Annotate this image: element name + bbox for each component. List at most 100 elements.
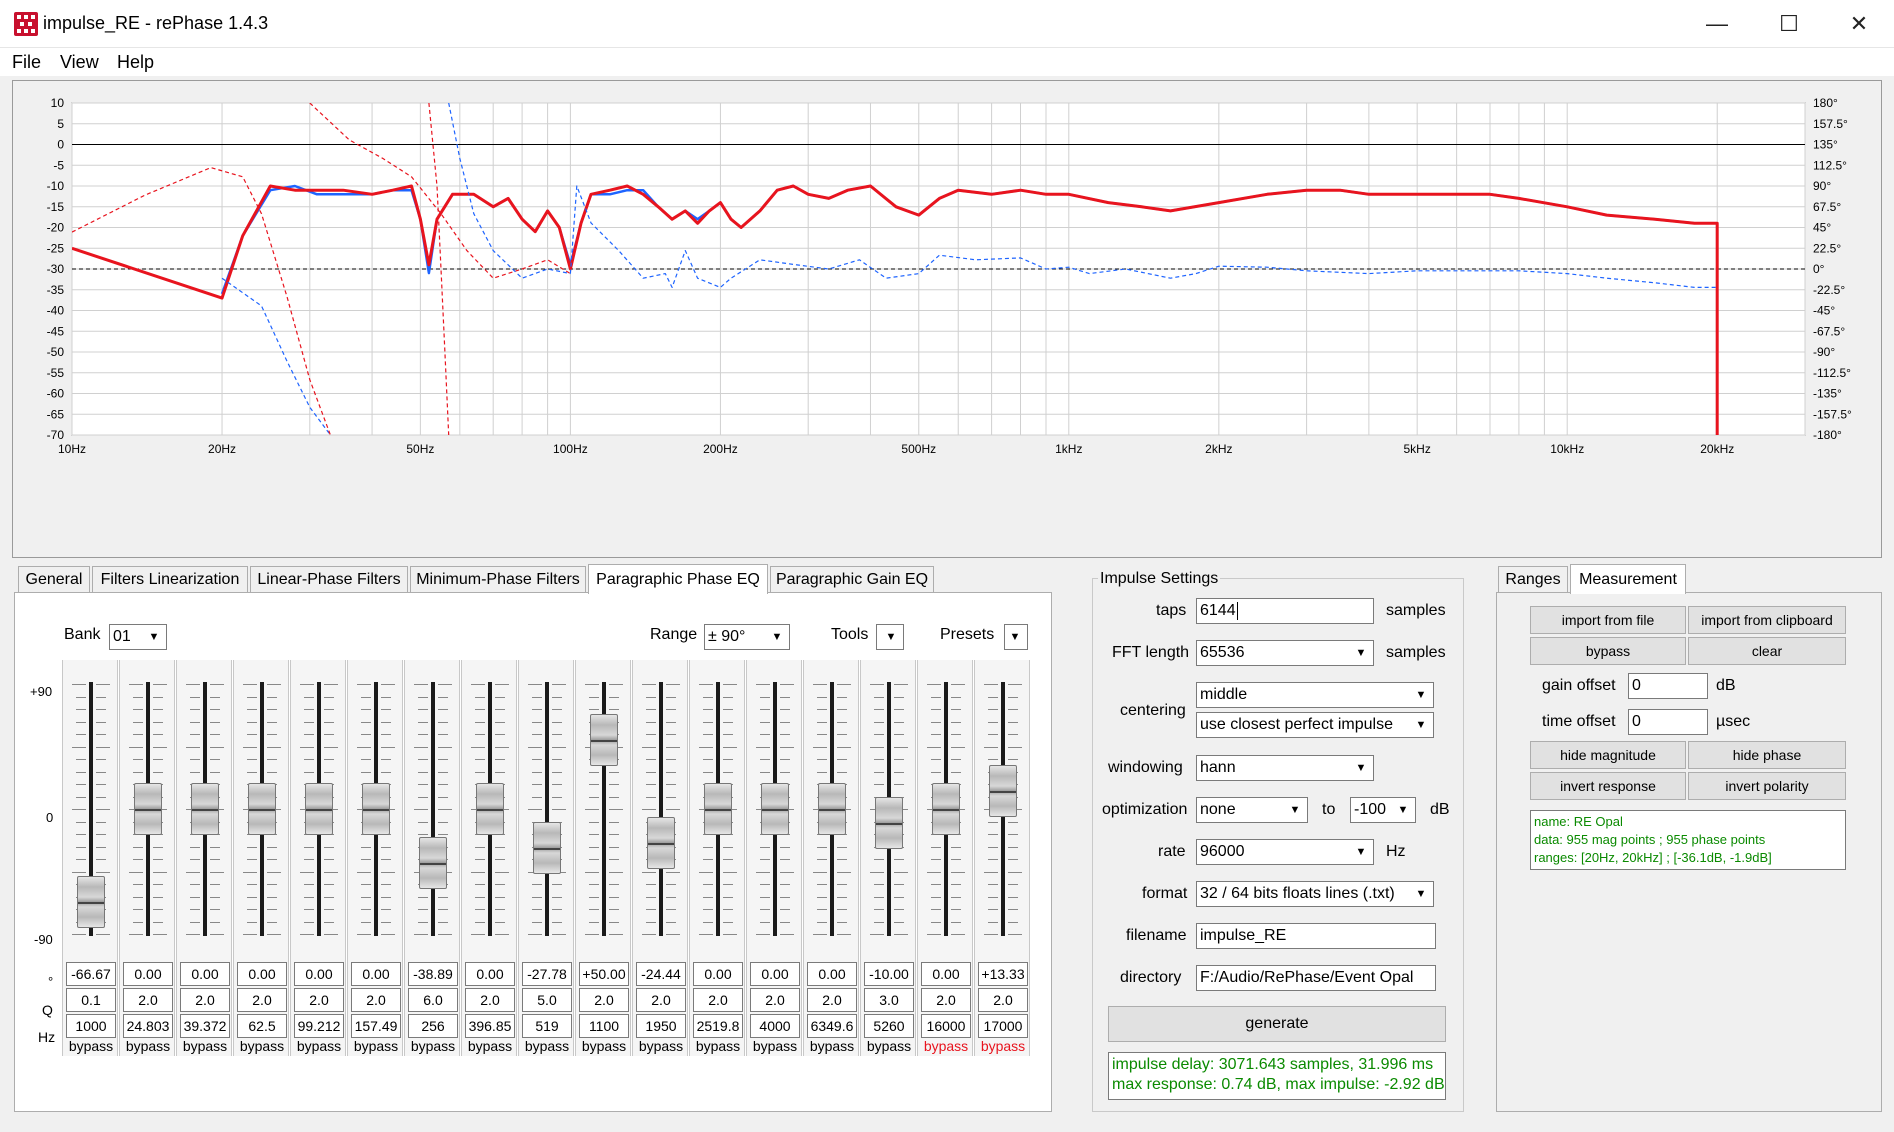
slider-thumb[interactable] xyxy=(362,783,390,835)
slider-thumb[interactable] xyxy=(761,783,789,835)
band-degree-input[interactable]: +13.33 xyxy=(978,962,1028,986)
response-chart[interactable]: 10 5 0 -5 -10 -15 -20 -25 -30 -35 -40 -45 -50 -55 -60 -… xyxy=(12,80,1882,558)
slider-track[interactable] xyxy=(545,682,549,936)
close-button[interactable]: ✕ xyxy=(1824,0,1894,48)
band-bypass-toggle[interactable]: bypass xyxy=(348,1038,404,1054)
band-degree-input[interactable]: -38.89 xyxy=(408,962,458,986)
band-bypass-toggle[interactable]: bypass xyxy=(861,1038,917,1054)
tab-paragraphic-phase-eq[interactable]: Paragraphic Phase EQ xyxy=(588,564,768,594)
minimize-button[interactable]: — xyxy=(1682,0,1752,48)
band-q-input[interactable]: 2.0 xyxy=(921,988,971,1012)
band-frequency-input[interactable]: 519 xyxy=(522,1014,572,1038)
band-bypass-toggle[interactable]: bypass xyxy=(177,1038,233,1054)
band-frequency-input[interactable]: 2519.8 xyxy=(693,1014,743,1038)
band-q-input[interactable]: 2.0 xyxy=(807,988,857,1012)
band-bypass-toggle[interactable]: bypass xyxy=(120,1038,176,1054)
band-frequency-input[interactable]: 1950 xyxy=(636,1014,686,1038)
tools-menu[interactable]: ▼ xyxy=(876,624,904,650)
band-degree-input[interactable]: 0.00 xyxy=(237,962,287,986)
slider-thumb[interactable] xyxy=(191,783,219,835)
slider-thumb[interactable] xyxy=(647,817,675,869)
slider-thumb[interactable] xyxy=(932,783,960,835)
band-frequency-input[interactable]: 17000 xyxy=(978,1014,1028,1038)
optimization-select[interactable]: none ▼ xyxy=(1196,797,1308,823)
taps-input[interactable]: 6144 xyxy=(1196,598,1374,624)
band-q-input[interactable]: 2.0 xyxy=(579,988,629,1012)
band-q-input[interactable]: 2.0 xyxy=(180,988,230,1012)
band-q-input[interactable]: 2.0 xyxy=(465,988,515,1012)
slider-thumb[interactable] xyxy=(248,783,276,835)
band-degree-input[interactable]: -27.78 xyxy=(522,962,572,986)
band-bypass-toggle[interactable]: bypass xyxy=(291,1038,347,1054)
range-select[interactable]: ± 90° ▼ xyxy=(704,624,790,650)
band-degree-input[interactable]: +50.00 xyxy=(579,962,629,986)
band-bypass-toggle[interactable]: bypass xyxy=(633,1038,689,1054)
filename-input[interactable]: impulse_RE xyxy=(1196,923,1436,949)
band-q-input[interactable]: 2.0 xyxy=(750,988,800,1012)
format-select[interactable]: 32 / 64 bits floats lines (.txt) ▼ xyxy=(1196,881,1434,907)
band-degree-input[interactable]: 0.00 xyxy=(123,962,173,986)
measurement-bypass-button[interactable]: bypass xyxy=(1530,637,1686,665)
tab-ranges[interactable]: Ranges xyxy=(1498,566,1568,592)
generate-button[interactable]: generate xyxy=(1108,1006,1446,1042)
band-frequency-input[interactable]: 1100 xyxy=(579,1014,629,1038)
band-bypass-toggle[interactable]: bypass xyxy=(747,1038,803,1054)
band-frequency-input[interactable]: 6349.6 xyxy=(807,1014,857,1038)
band-frequency-input[interactable]: 5260 xyxy=(864,1014,914,1038)
band-q-input[interactable]: 0.1 xyxy=(66,988,116,1012)
tab-general[interactable]: General xyxy=(18,566,90,592)
band-frequency-input[interactable]: 396.85 xyxy=(465,1014,515,1038)
band-degree-input[interactable]: 0.00 xyxy=(180,962,230,986)
band-frequency-input[interactable]: 62.5 xyxy=(237,1014,287,1038)
slider-thumb[interactable] xyxy=(533,821,561,874)
band-q-input[interactable]: 2.0 xyxy=(351,988,401,1012)
band-q-input[interactable]: 2.0 xyxy=(978,988,1028,1012)
maximize-button[interactable]: ☐ xyxy=(1754,0,1824,48)
fft-length-select[interactable]: 65536 ▼ xyxy=(1196,640,1374,666)
slider-track[interactable] xyxy=(659,682,663,936)
band-degree-input[interactable]: 0.00 xyxy=(807,962,857,986)
tab-linear-phase-filters[interactable]: Linear-Phase Filters xyxy=(250,566,408,592)
optimization-to-select[interactable]: -100 ▼ xyxy=(1350,797,1416,823)
gain-offset-input[interactable]: 0 xyxy=(1628,673,1708,699)
slider-thumb[interactable] xyxy=(77,875,105,928)
band-frequency-input[interactable]: 1000 xyxy=(66,1014,116,1038)
band-q-input[interactable]: 3.0 xyxy=(864,988,914,1012)
rate-select[interactable]: 96000 ▼ xyxy=(1196,839,1374,865)
invert-response-button[interactable]: invert response xyxy=(1530,772,1686,800)
slider-track[interactable] xyxy=(431,682,435,936)
band-bypass-toggle[interactable]: bypass xyxy=(462,1038,518,1054)
band-degree-input[interactable]: 0.00 xyxy=(465,962,515,986)
slider-thumb[interactable] xyxy=(818,783,846,835)
band-q-input[interactable]: 5.0 xyxy=(522,988,572,1012)
band-frequency-input[interactable]: 4000 xyxy=(750,1014,800,1038)
band-q-input[interactable]: 2.0 xyxy=(636,988,686,1012)
tab-minimum-phase-filters[interactable]: Minimum-Phase Filters xyxy=(410,566,586,592)
band-frequency-input[interactable]: 256 xyxy=(408,1014,458,1038)
band-frequency-input[interactable]: 157.49 xyxy=(351,1014,401,1038)
centering-select[interactable]: middle ▼ xyxy=(1196,682,1434,708)
band-frequency-input[interactable]: 16000 xyxy=(921,1014,971,1038)
band-q-input[interactable]: 2.0 xyxy=(237,988,287,1012)
band-q-input[interactable]: 2.0 xyxy=(294,988,344,1012)
band-bypass-toggle[interactable]: bypass xyxy=(519,1038,575,1054)
band-q-input[interactable]: 6.0 xyxy=(408,988,458,1012)
band-bypass-toggle[interactable]: bypass xyxy=(63,1038,119,1054)
band-frequency-input[interactable]: 24.803 xyxy=(123,1014,173,1038)
menu-help[interactable]: Help xyxy=(117,52,154,73)
band-bypass-toggle[interactable]: bypass xyxy=(234,1038,290,1054)
band-bypass-toggle[interactable]: bypass xyxy=(576,1038,632,1054)
tab-measurement[interactable]: Measurement xyxy=(1570,564,1686,594)
band-q-input[interactable]: 2.0 xyxy=(123,988,173,1012)
band-degree-input[interactable]: -24.44 xyxy=(636,962,686,986)
band-degree-input[interactable]: 0.00 xyxy=(750,962,800,986)
slider-thumb[interactable] xyxy=(476,783,504,835)
bank-select[interactable]: 01 ▼ xyxy=(109,624,167,650)
slider-thumb[interactable] xyxy=(419,837,447,889)
invert-polarity-button[interactable]: invert polarity xyxy=(1688,772,1846,800)
band-degree-input[interactable]: 0.00 xyxy=(294,962,344,986)
measurement-clear-button[interactable]: clear xyxy=(1688,637,1846,665)
slider-thumb[interactable] xyxy=(134,783,162,835)
menu-file[interactable]: File xyxy=(12,52,41,73)
tab-filters-linearization[interactable]: Filters Linearization xyxy=(92,566,248,592)
